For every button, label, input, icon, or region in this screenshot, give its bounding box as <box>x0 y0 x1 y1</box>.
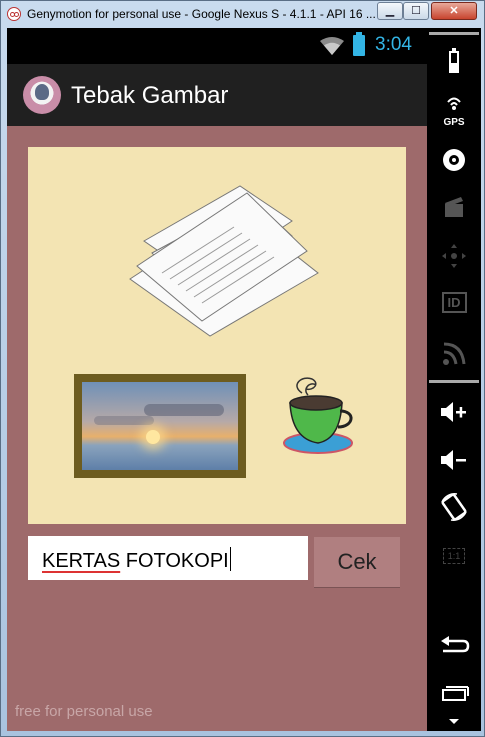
rss-icon[interactable] <box>427 332 481 372</box>
clapper-icon[interactable] <box>427 188 481 228</box>
puzzle-image-panel <box>28 147 406 524</box>
dpad-icon[interactable] <box>427 236 481 276</box>
app-logo-icon[interactable] <box>23 76 61 114</box>
volume-down-icon[interactable] <box>427 440 481 480</box>
divider <box>429 380 479 383</box>
answer-input-text: KERTAS FOTOKOPI <box>42 547 231 573</box>
divider <box>429 32 479 35</box>
android-screen: 3:04 Tebak Gambar KERTAS FOTOKOPI Cek fr… <box>7 28 427 731</box>
action-bar: Tebak Gambar <box>7 64 427 126</box>
device-frame: 3:04 Tebak Gambar KERTAS FOTOKOPI Cek fr… <box>7 28 481 731</box>
status-clock: 3:04 <box>375 34 412 55</box>
answer-word-2: FOTOKOPI <box>125 550 229 572</box>
camera-icon[interactable] <box>427 140 481 180</box>
id-icon: ID <box>441 292 467 313</box>
status-bar: 3:04 <box>7 28 427 64</box>
check-button[interactable]: Cek <box>314 537 400 587</box>
answer-input[interactable]: KERTAS FOTOKOPI <box>28 536 308 580</box>
sunset-picture <box>82 382 238 470</box>
cloud-shape <box>94 416 154 425</box>
wifi-icon <box>320 37 344 55</box>
scale-button[interactable]: 1:1 <box>427 538 481 578</box>
id-button[interactable]: ID <box>427 284 481 324</box>
cloud-shape <box>144 404 224 416</box>
close-button[interactable]: ✕ <box>431 2 477 20</box>
answer-word-1: KERTAS <box>42 550 121 572</box>
main-content: KERTAS FOTOKOPI Cek free for personal us… <box>7 126 427 731</box>
picture-frame-icon <box>74 374 246 478</box>
watermark-text: free for personal use <box>15 703 153 720</box>
rotate-icon[interactable] <box>427 488 481 528</box>
coffee-cup-icon <box>283 377 353 454</box>
genymotion-icon <box>7 7 21 21</box>
app-title: Tebak Gambar <box>71 82 229 109</box>
battery-icon[interactable] <box>427 42 481 82</box>
scale-icon: 1:1 <box>442 548 466 564</box>
gps-label: GPS <box>443 117 465 128</box>
sun-shape <box>146 430 160 444</box>
text-cursor <box>229 547 231 571</box>
back-icon[interactable] <box>427 626 481 666</box>
window-title: Genymotion for personal use - Google Nex… <box>27 7 376 21</box>
volume-up-icon[interactable] <box>427 392 481 432</box>
window-titlebar[interactable]: Genymotion for personal use - Google Nex… <box>1 1 484 27</box>
gps-button[interactable]: GPS <box>427 92 481 132</box>
emulator-window: Genymotion for personal use - Google Nex… <box>0 0 485 737</box>
battery-icon <box>353 32 365 56</box>
minimize-button[interactable]: ▁ <box>377 2 403 20</box>
maximize-button[interactable]: ☐ <box>403 2 429 20</box>
genymotion-side-panel: GPS ID 1:1 <box>427 28 481 731</box>
more-arrow-icon[interactable] <box>427 704 481 728</box>
paper-stack-icon <box>129 185 319 337</box>
gps-icon <box>447 97 461 110</box>
